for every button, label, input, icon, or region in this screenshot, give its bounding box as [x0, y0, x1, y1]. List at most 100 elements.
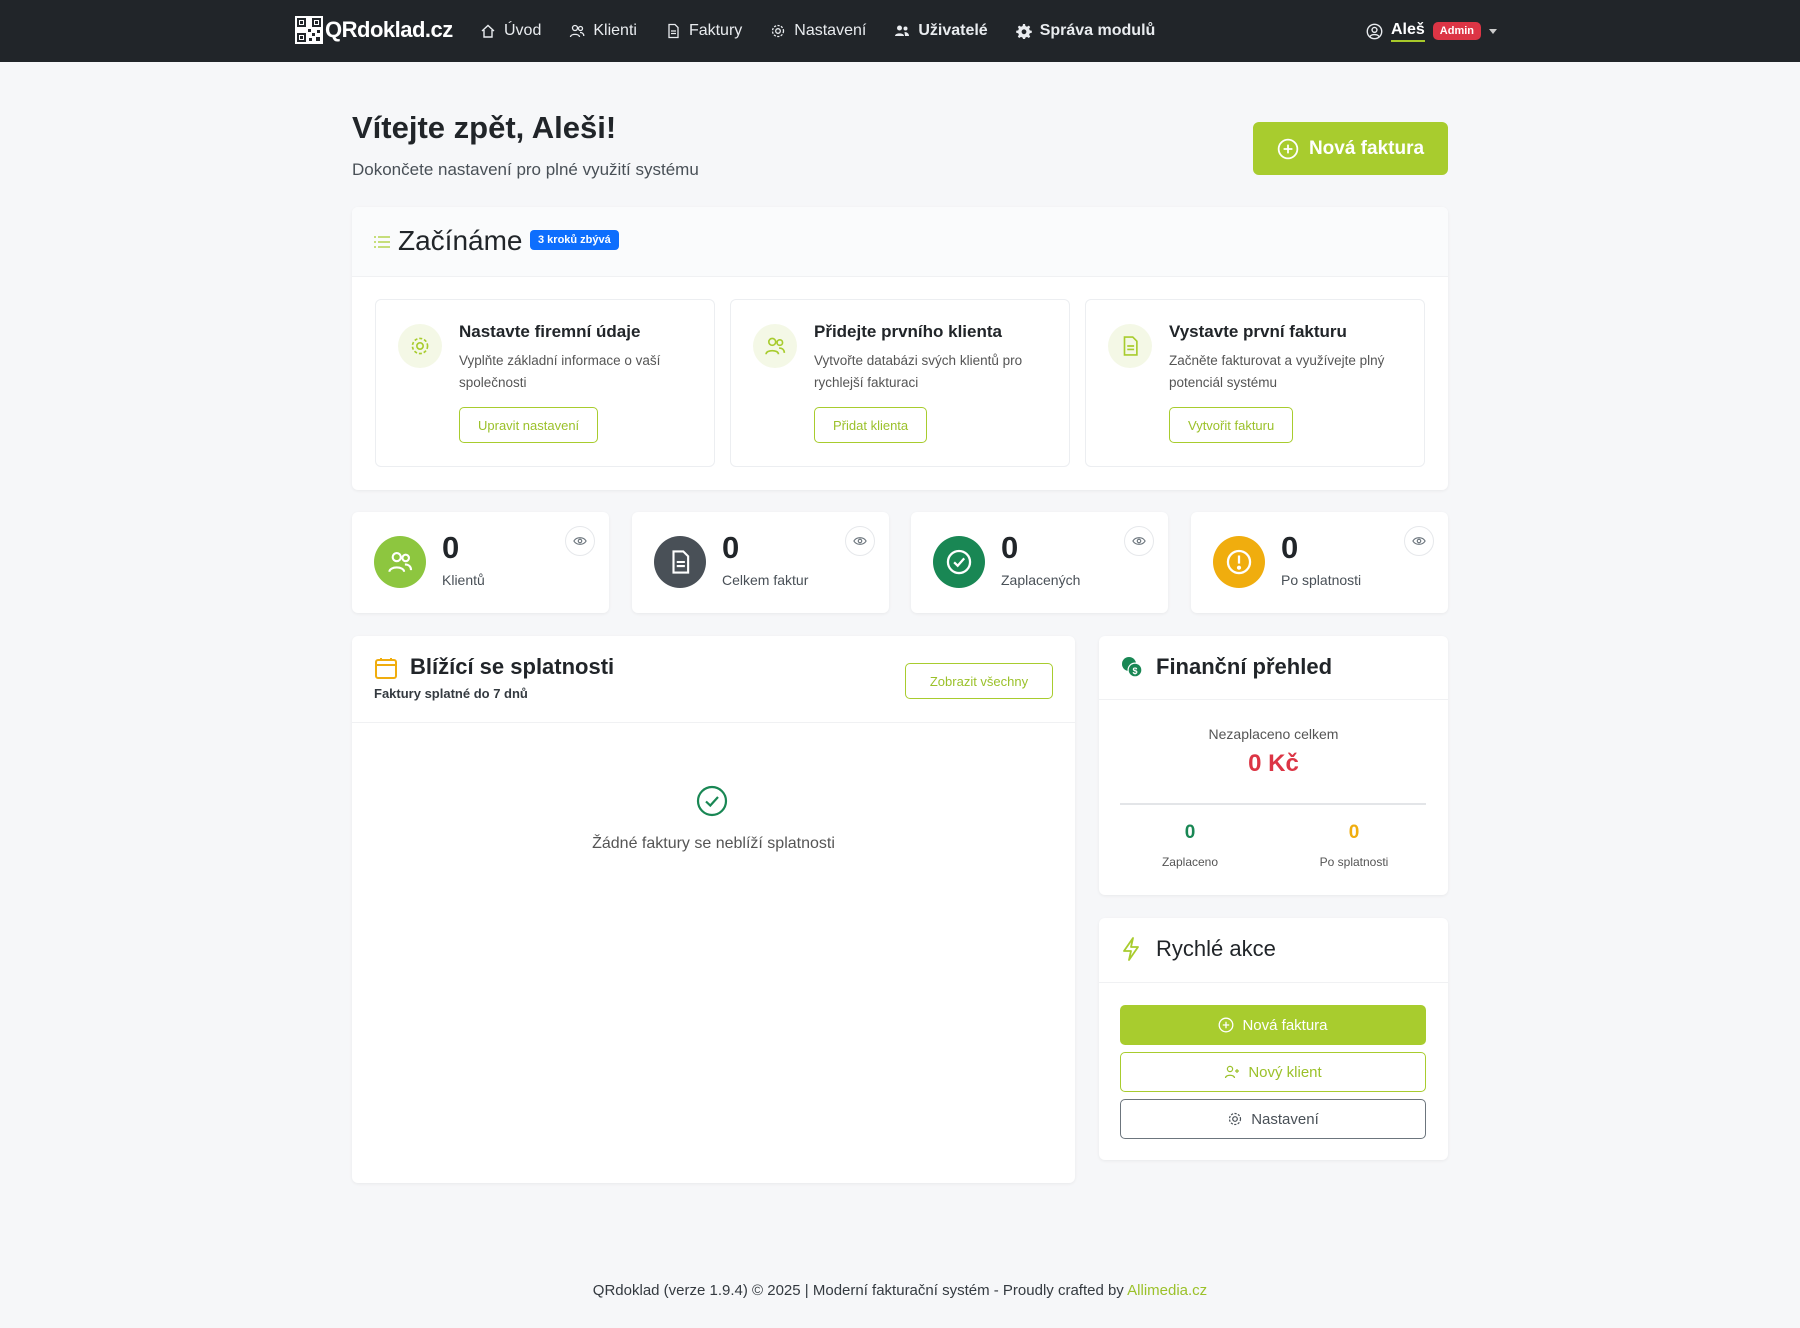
- warning-icon: [1226, 549, 1252, 575]
- nav-clients[interactable]: Klienti: [555, 0, 651, 62]
- navbar: QRdoklad.cz Úvod Klienti Faktury Nastave…: [0, 0, 1800, 62]
- nav-modules-label: Správa modulů: [1039, 22, 1156, 39]
- list-icon: [374, 236, 390, 248]
- people-icon: [895, 25, 910, 36]
- quick-settings-button[interactable]: Nastavení: [1120, 1099, 1426, 1139]
- footer: QRdoklad (verze 1.9.4) © 2025 | Moderní …: [0, 1282, 1800, 1299]
- stat-label: Zaplacených: [1001, 572, 1081, 588]
- getting-started-header: Začínáme 3 kroků zbývá: [352, 207, 1448, 277]
- users-icon: [765, 337, 786, 355]
- nav-invoices-label: Faktury: [688, 22, 743, 39]
- brand-name: QRdoklad.cz: [325, 17, 453, 42]
- stat-label: Po splatnosti: [1281, 572, 1362, 588]
- lightning-icon: [1123, 937, 1139, 961]
- footer-text: QRdoklad (verze 1.9.4) © 2025 | Moderní …: [592, 1282, 1128, 1299]
- quick-new-invoice-label: Nová faktura: [1242, 1016, 1328, 1034]
- nav-home[interactable]: Úvod: [466, 0, 555, 62]
- add-client-button[interactable]: Přidat klienta: [814, 407, 928, 443]
- eye-icon[interactable]: [1124, 526, 1154, 556]
- step-title: Nastavte firemní údaje: [459, 322, 641, 341]
- cog-icon: [1015, 24, 1032, 39]
- user-circle-icon: [1366, 23, 1383, 39]
- step-description: Začněte fakturovat a využívejte plný pot…: [1169, 353, 1385, 390]
- step-icon: [1108, 324, 1152, 368]
- check-circle-icon: [696, 785, 728, 817]
- step-description: Vytvořte databázi svých klientů pro rych…: [814, 353, 1023, 390]
- eye-icon[interactable]: [845, 526, 875, 556]
- stat-label: Klientů: [442, 572, 485, 588]
- stat-label: Celkem faktur: [722, 572, 809, 588]
- paid-value: 0: [1184, 822, 1196, 843]
- admin-badge: Admin: [1432, 22, 1482, 40]
- upcoming-due-title: Blížící se splatnosti: [410, 654, 615, 679]
- step-icon: [398, 324, 442, 368]
- quick-new-client-button[interactable]: Nový klient: [1120, 1052, 1426, 1092]
- nav-modules[interactable]: Správa modulů: [1002, 0, 1170, 62]
- plus-circle-icon: [1219, 1017, 1234, 1033]
- step-add-client: Přidejte prvního klienta Vytvořte databá…: [730, 299, 1070, 467]
- paid-summary: 0 Zaplaceno: [1120, 822, 1260, 869]
- create-invoice-button[interactable]: Vytvořit fakturu: [1169, 407, 1294, 443]
- upcoming-due-header: Blížící se splatnosti Faktury splatné do…: [352, 636, 1075, 723]
- eye-icon[interactable]: [1404, 526, 1434, 556]
- empty-state-text: Žádné faktury se neblíží splatnosti: [592, 835, 835, 852]
- stat-value: 0: [722, 530, 740, 565]
- new-invoice-button[interactable]: Nová faktura: [1253, 122, 1448, 175]
- quick-new-client-label: Nový klient: [1248, 1063, 1322, 1081]
- overdue-summary: 0 Po splatnosti: [1284, 822, 1424, 869]
- chevron-down-icon: [1489, 28, 1498, 34]
- gear-icon: [411, 337, 429, 355]
- page-subtitle: Dokončete nastavení pro plné využití sys…: [352, 160, 699, 179]
- finance-overview-card: $ Finanční přehled Nezaplaceno celkem 0 …: [1099, 636, 1448, 895]
- unpaid-total-label: Nezaplaceno celkem: [1208, 726, 1339, 742]
- unpaid-total-value: 0 Kč: [1248, 750, 1299, 777]
- svg-text:$: $: [1132, 666, 1137, 676]
- paid-label: Zaplaceno: [1161, 855, 1219, 869]
- stat-value: 0: [1001, 530, 1019, 565]
- stat-overdue: 0 Po splatnosti: [1191, 512, 1448, 613]
- finance-title: Finanční přehled: [1156, 654, 1333, 679]
- getting-started-title: Začínáme: [398, 225, 523, 256]
- finance-header: $ Finanční přehled: [1099, 636, 1448, 700]
- getting-started-card: Začínáme 3 kroků zbývá Nastavte firemní …: [352, 207, 1448, 490]
- nav-invoices[interactable]: Faktury: [651, 0, 756, 62]
- gear-icon: [1229, 1112, 1242, 1126]
- step-title: Vystavte první fakturu: [1169, 322, 1347, 341]
- home-icon: [481, 24, 495, 38]
- user-plus-icon: [1225, 1065, 1240, 1079]
- quick-actions-title: Rychlé akce: [1156, 936, 1276, 961]
- nav-settings[interactable]: Nastavení: [756, 0, 880, 62]
- users-icon: [570, 24, 585, 38]
- stat-icon-circle: [374, 536, 426, 588]
- overdue-label: Po splatnosti: [1319, 855, 1389, 869]
- stat-value: 0: [442, 530, 460, 565]
- step-title: Přidejte prvního klienta: [814, 322, 1002, 341]
- coins-icon: $: [1122, 657, 1143, 678]
- step-create-invoice: Vystavte první fakturu Začněte fakturova…: [1085, 299, 1425, 467]
- users-icon: [388, 552, 413, 573]
- page-title: Vítejte zpět, Aleši!: [352, 110, 617, 145]
- document-icon: [668, 23, 679, 39]
- edit-settings-button[interactable]: Upravit nastavení: [459, 407, 599, 443]
- show-all-button[interactable]: Zobrazit všechny: [905, 663, 1053, 699]
- user-name: Aleš: [1391, 21, 1425, 42]
- stat-invoices: 0 Celkem faktur: [632, 512, 889, 613]
- eye-icon[interactable]: [565, 526, 595, 556]
- brand-logo[interactable]: QRdoklad.cz: [295, 16, 453, 44]
- upcoming-due-subtitle: Faktury splatné do 7 dnů: [374, 686, 528, 701]
- check-circle-icon: [946, 549, 972, 575]
- nav-users[interactable]: Uživatelé: [880, 0, 1001, 62]
- user-menu[interactable]: Aleš Admin: [1366, 0, 1498, 62]
- quick-settings-label: Nastavení: [1251, 1110, 1319, 1128]
- stat-icon-circle: [1213, 536, 1265, 588]
- document-icon: [1123, 336, 1138, 356]
- quick-new-invoice-button[interactable]: Nová faktura: [1120, 1005, 1426, 1045]
- overdue-value: 0: [1348, 822, 1360, 843]
- footer-link[interactable]: Allimedia.cz: [1127, 1282, 1207, 1299]
- nav-links: Úvod Klienti Faktury Nastavení Uživatelé…: [466, 0, 1169, 62]
- step-company-settings: Nastavte firemní údaje Vyplňte základní …: [375, 299, 715, 467]
- nav-users-label: Uživatelé: [918, 22, 988, 39]
- step-description: Vyplňte základní informace o vaší společ…: [459, 353, 661, 390]
- calendar-icon: [375, 658, 397, 679]
- nav-settings-label: Nastavení: [794, 22, 867, 39]
